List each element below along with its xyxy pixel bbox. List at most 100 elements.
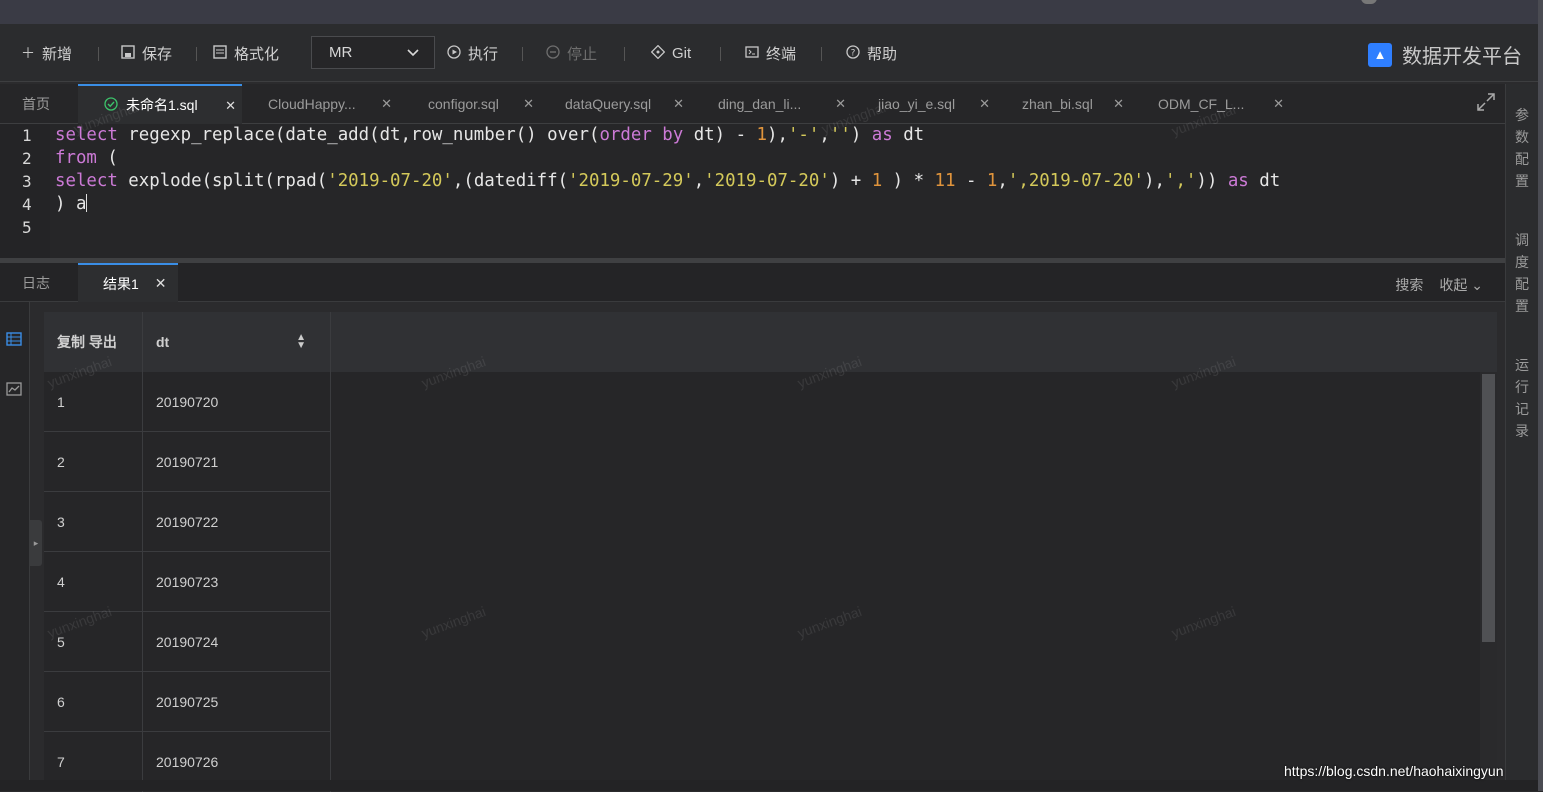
collapse-button[interactable]: 收起 ⌄ [1439, 275, 1483, 295]
cell-dt[interactable]: 20190724 [143, 612, 331, 672]
tab-log[interactable]: 日志 [0, 263, 78, 302]
row-index: 3 [44, 492, 143, 552]
code-token: as [1227, 171, 1249, 191]
toolbar-divider [98, 47, 99, 61]
code-token: )) [1196, 171, 1228, 191]
brand: ▲ 数据开发平台 [1368, 40, 1522, 69]
window-top-bar [0, 0, 1543, 24]
search-button[interactable]: 搜索 [1395, 275, 1423, 295]
engine-select[interactable]: MR [311, 36, 435, 69]
code-token: ) [850, 125, 872, 145]
line-number-gutter: 1 2 3 4 5 [0, 124, 50, 258]
code-token: ), [1144, 171, 1165, 191]
tab-configor[interactable]: configor.sql ✕ [398, 84, 540, 124]
tab-untitled-sql[interactable]: 未命名1.sql ✕ [78, 84, 242, 124]
tab-odm-cf[interactable]: ODM_CF_L... ✕ [1130, 84, 1290, 124]
code-token: , [693, 171, 705, 191]
code-token: dt) - [683, 125, 757, 145]
tab-result-1[interactable]: 结果1 ✕ [78, 263, 178, 302]
row-index: 1 [44, 372, 143, 432]
code-token: ,(datediff( [452, 171, 569, 191]
cell-dt[interactable]: 20190721 [143, 432, 331, 492]
toolbar-divider [821, 47, 822, 61]
right-side-panel: 参数配置 调度配置 运行记录 [1505, 84, 1538, 780]
tab-jiao-yi-e[interactable]: jiao_yi_e.sql ✕ [852, 84, 996, 124]
close-icon[interactable]: ✕ [835, 96, 846, 112]
code-token: '-' [787, 125, 820, 145]
copy-export-header[interactable]: 复制 导出 [44, 312, 143, 372]
cell-dt[interactable]: 20190723 [143, 552, 331, 612]
avatar[interactable] [1361, 0, 1377, 4]
code-token: dt [892, 125, 925, 145]
sort-icon[interactable]: ▲ ▼ [296, 333, 306, 351]
line-number: 2 [22, 149, 32, 168]
row-index: 5 [44, 612, 143, 672]
brand-title: 数据开发平台 [1402, 46, 1522, 68]
status-bar [0, 780, 1538, 791]
code-token: dt [1248, 171, 1281, 191]
table-row: 2 20190721 [44, 432, 331, 492]
tab-dataquery[interactable]: dataQuery.sql ✕ [540, 84, 690, 124]
close-icon[interactable]: ✕ [979, 96, 990, 112]
git-icon [650, 44, 666, 62]
close-icon[interactable]: ✕ [155, 275, 167, 292]
param-config-tab[interactable]: 参数配置 [1515, 104, 1531, 192]
svg-text:?: ? [851, 48, 856, 58]
format-button[interactable]: 格式化 [212, 44, 279, 63]
new-button[interactable]: ＋新增 [20, 44, 72, 63]
close-icon[interactable]: ✕ [225, 98, 236, 114]
play-icon [446, 44, 462, 62]
terminal-button[interactable]: 终端 [744, 44, 796, 63]
result-tab-bar: 日志 结果1 ✕ 搜索 收起 ⌄ [0, 263, 1505, 302]
schedule-config-tab[interactable]: 调度配置 [1515, 229, 1531, 317]
result-view-switcher [0, 302, 30, 780]
run-records-tab[interactable]: 运行记录 [1515, 354, 1531, 442]
code-token: ) + [829, 171, 872, 191]
code-token: regexp_replace(date_add(dt,row_number() … [117, 125, 600, 145]
code-token: '2019-07-20' [704, 171, 830, 191]
line-number: 5 [22, 218, 32, 237]
cell-dt[interactable]: 20190720 [143, 372, 331, 432]
close-icon[interactable]: ✕ [523, 96, 534, 112]
row-index: 2 [44, 432, 143, 492]
save-icon [120, 44, 136, 62]
fullscreen-icon[interactable] [1476, 92, 1496, 117]
chart-view-icon[interactable] [6, 382, 22, 399]
tab-home[interactable]: 首页 [0, 84, 78, 124]
save-button[interactable]: 保存 [120, 44, 172, 63]
close-icon[interactable]: ✕ [1273, 96, 1284, 112]
close-icon[interactable]: ✕ [673, 96, 684, 112]
code-token: order by [599, 125, 684, 145]
cell-dt[interactable]: 20190725 [143, 672, 331, 732]
scrollbar-thumb[interactable] [1482, 374, 1495, 642]
sql-editor[interactable]: 1 2 3 4 5 select regexp_replace(date_add… [0, 124, 1505, 258]
close-icon[interactable]: ✕ [1113, 96, 1124, 112]
code-token: 1 [756, 125, 767, 145]
column-header-dt[interactable]: dt ▲ ▼ [143, 312, 331, 372]
close-icon[interactable]: ✕ [381, 96, 392, 112]
git-button[interactable]: Git [650, 44, 691, 62]
editor-tab-bar: 首页 未命名1.sql ✕ CloudHappy... ✕ configor.sq… [0, 84, 1505, 124]
cell-dt[interactable]: 20190722 [143, 492, 331, 552]
tab-ding-dan[interactable]: ding_dan_li... ✕ [690, 84, 852, 124]
run-button[interactable]: 执行 [446, 44, 498, 63]
tab-zhan-bi[interactable]: zhan_bi.sql ✕ [996, 84, 1130, 124]
tab-cloudhappy[interactable]: CloudHappy... ✕ [242, 84, 398, 124]
format-icon [212, 44, 228, 62]
table-view-icon[interactable] [6, 332, 22, 349]
code-token: as [871, 125, 893, 145]
code-token: ( [96, 148, 118, 168]
line-number: 3 [22, 172, 32, 191]
table-row: 5 20190724 [44, 612, 331, 672]
panel-toggle-handle[interactable]: ▸ [30, 520, 42, 566]
toolbar-divider [624, 47, 625, 61]
help-button[interactable]: ? 帮助 [845, 44, 897, 63]
code-token: 1 [871, 171, 883, 191]
table-row: 6 20190725 [44, 672, 331, 732]
line-number: 4 [22, 195, 32, 214]
window-edge [1538, 0, 1543, 791]
code-line: select explode(split(rpad('2019-07-20',(… [55, 171, 1280, 191]
code-line: ) a [55, 194, 88, 214]
brand-logo-icon: ▲ [1368, 42, 1392, 67]
stop-button[interactable]: 停止 [545, 44, 597, 63]
